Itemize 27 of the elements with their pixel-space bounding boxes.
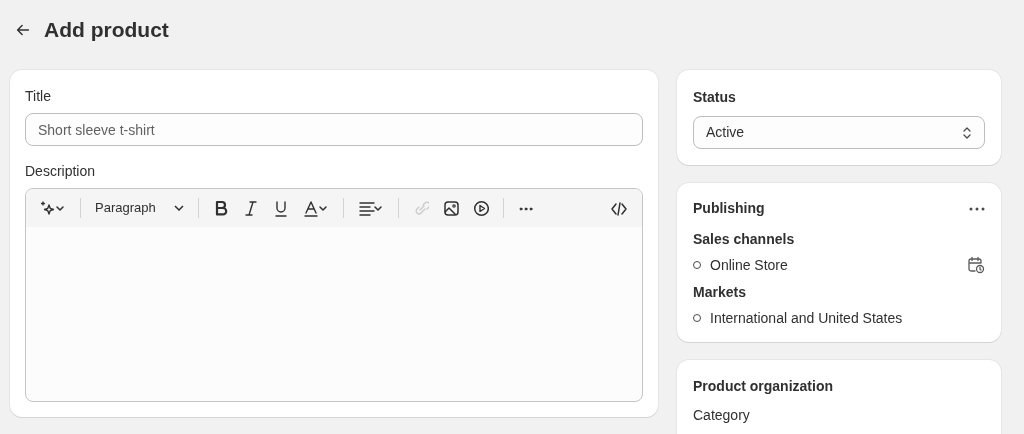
code-view-icon[interactable]	[610, 199, 628, 217]
card-heading: Publishing	[693, 199, 765, 218]
caret-icon	[173, 205, 184, 211]
description-editor[interactable]: Paragraph	[25, 188, 643, 402]
title-input-field[interactable]: Short sleeve t-shirt	[25, 113, 643, 146]
page-title: Add product	[44, 17, 169, 44]
channel-label: Online Store	[710, 255, 789, 275]
section-heading: Sales channels	[693, 230, 796, 249]
image-icon[interactable]	[442, 199, 459, 217]
calendar-clock-icon[interactable]	[967, 256, 985, 274]
status-select[interactable]: Active	[693, 116, 985, 149]
italic-icon[interactable]	[242, 199, 259, 217]
select-value: Active	[706, 123, 745, 142]
text-color-icon[interactable]	[302, 199, 329, 217]
ai-sparkle-icon[interactable]	[40, 199, 66, 217]
align-left-icon[interactable]	[357, 199, 384, 217]
field-label: Title	[25, 87, 52, 106]
paragraph-dropdown[interactable]: Paragraph	[91, 194, 188, 222]
channel-label: International and United States	[710, 308, 904, 328]
more-options-icon[interactable]	[969, 206, 985, 211]
field-label: Description	[25, 162, 97, 181]
card-heading: Status	[693, 88, 737, 107]
chevron-up-down-icon	[962, 125, 972, 140]
section-heading: Markets	[693, 283, 747, 302]
field-label: Category	[693, 406, 751, 425]
card-heading: Product organization	[693, 377, 834, 396]
underline-icon[interactable]	[272, 199, 289, 217]
